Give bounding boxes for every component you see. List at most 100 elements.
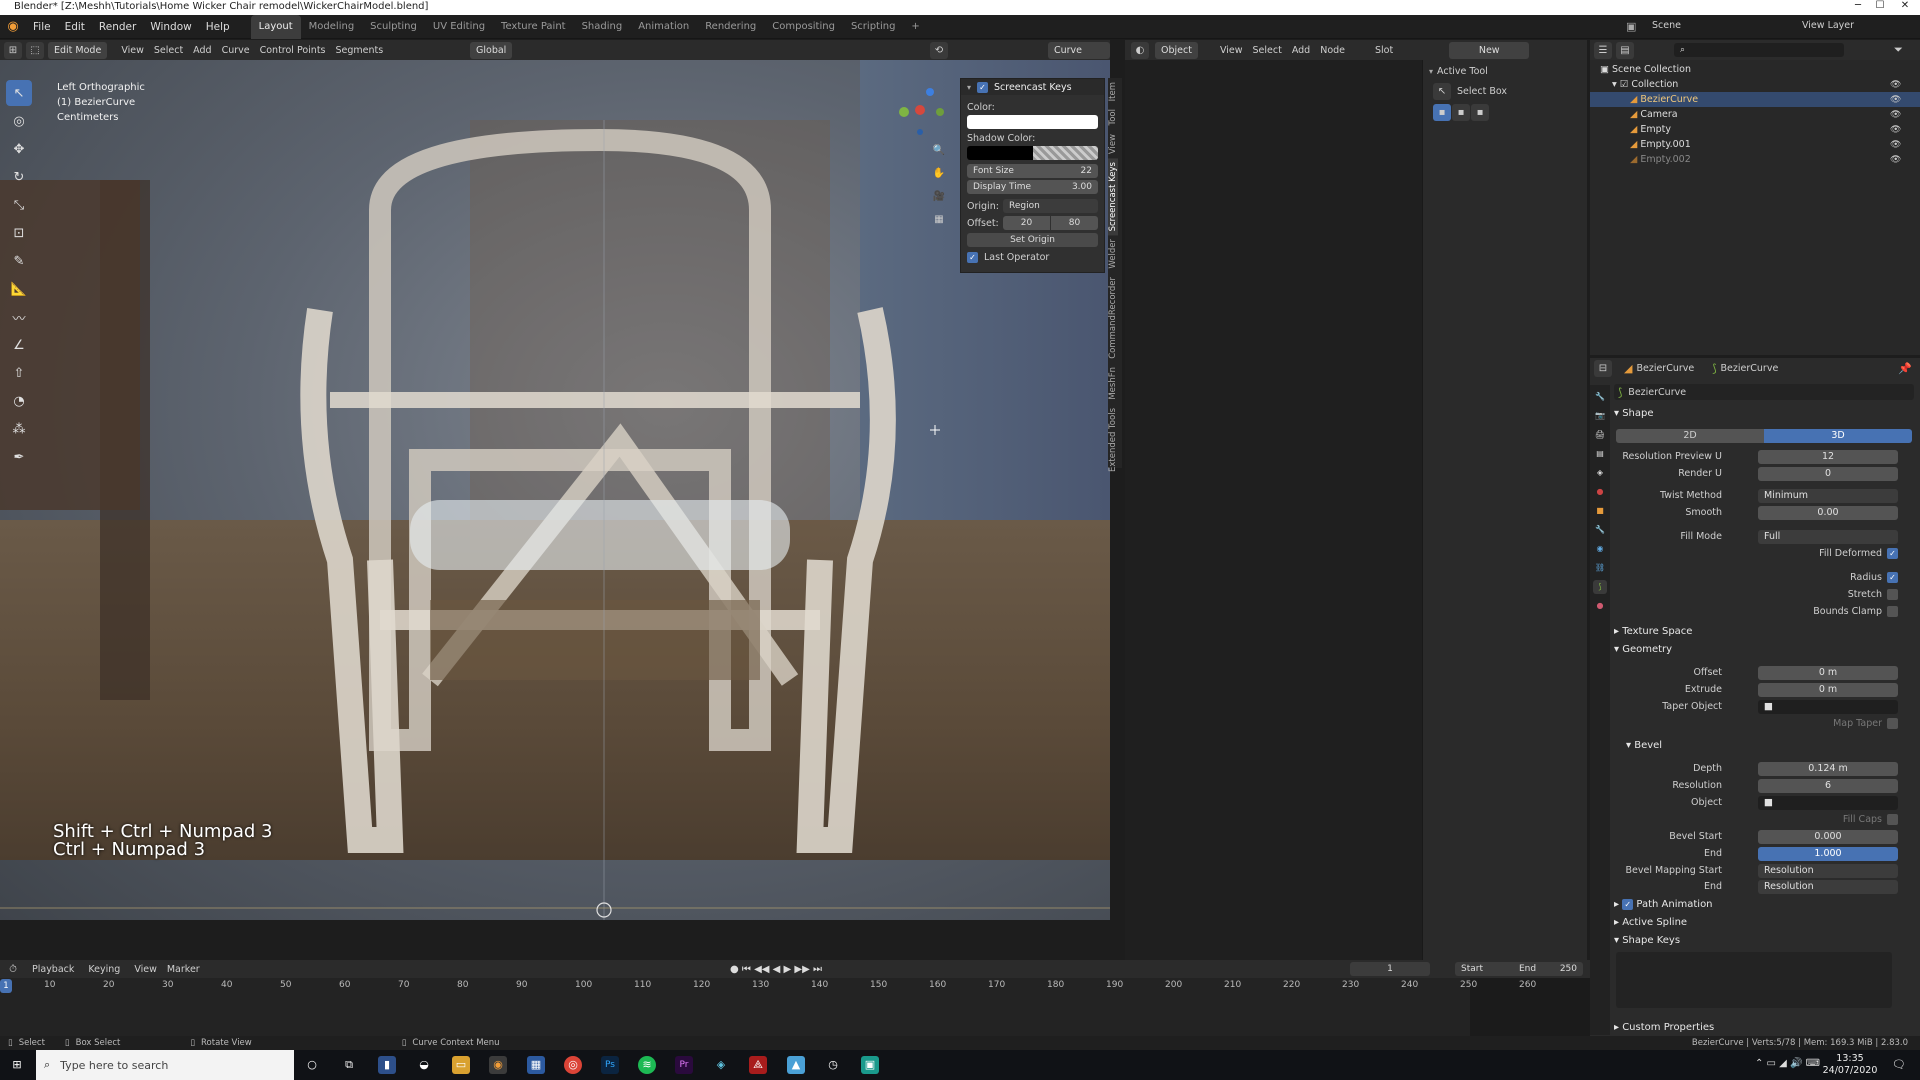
navigation-gizmo[interactable] [890,80,950,140]
select-box-tool-icon[interactable]: ↖ [1433,83,1451,100]
premiere-icon[interactable]: Pr [675,1056,693,1074]
node-editor-type-icon[interactable]: ◐ [1131,41,1149,59]
modifier-tab-icon[interactable]: 🔧 [1593,523,1607,537]
view-layer-tab-icon[interactable]: ▤ [1593,447,1607,461]
scene-tab-icon[interactable]: ◈ [1593,466,1607,480]
spotify-icon[interactable]: ≋ [638,1056,656,1074]
select-box-icon[interactable]: ↖ [6,80,32,106]
filter-icon[interactable]: ⏷ [1894,43,1903,57]
edit-mode-dropdown[interactable]: Edit Mode [48,41,108,59]
vp-menu-select[interactable]: Select [154,45,183,56]
node-editor[interactable] [1125,60,1422,960]
outliner-item-empty[interactable]: ◢ Empty [1590,122,1920,137]
tab-welder[interactable]: Welder [1108,235,1118,273]
object-tab-icon[interactable]: ■ [1593,504,1607,518]
tab-modeling[interactable]: Modeling [301,15,363,39]
ne-menu-select[interactable]: Select [1253,45,1282,56]
frame-ruler[interactable]: 1 10 20 30 40 50 60 70 80 90 100 110 120 130 140 150 16… [0,978,1590,1036]
ortho-grid-icon[interactable]: ▦ [930,211,948,228]
cortana-icon[interactable]: ○ [303,1056,321,1074]
playhead[interactable]: 1 [0,979,12,993]
scene-name[interactable]: Scene [1652,20,1681,31]
color-swatch[interactable] [967,115,1098,129]
curve-data-tab-icon[interactable]: ⟆ [1593,580,1607,594]
tab-rendering[interactable]: Rendering [697,15,764,39]
app-icon-1[interactable]: ▮ [378,1056,396,1074]
origin-dropdown[interactable]: Region [1003,199,1098,213]
texture-space-header[interactable]: ▸ Texture Space [1614,626,1692,637]
pan-hand-icon[interactable]: ✋ [930,165,948,182]
vp-menu-add[interactable]: Add [193,45,211,56]
twist-method-dropdown[interactable]: Minimum [1758,489,1898,503]
material-tab-icon[interactable]: ● [1593,599,1607,613]
move-icon[interactable]: ✥ [6,136,32,162]
notifications-icon[interactable]: 🗨 [1890,1056,1908,1074]
orientation-dropdown[interactable]: Global [470,42,513,59]
extrude-icon[interactable]: ⇧ [6,360,32,386]
tab-command-recorder[interactable]: CommandRecorder [1108,273,1118,363]
tilt-icon[interactable]: ∠ [6,332,32,358]
photos-icon[interactable]: ▲ [787,1056,805,1074]
app-icon-3[interactable]: ◈ [712,1056,730,1074]
tab-compositing[interactable]: Compositing [764,15,843,39]
eye-icon[interactable]: 👁 [1890,138,1918,153]
select-extend-icon[interactable]: ▪ [1452,104,1470,121]
randomize-icon[interactable]: ⁂ [6,416,32,442]
vp-menu-segments[interactable]: Segments [336,45,384,56]
eye-icon[interactable]: 👁 [1890,123,1918,138]
curve-pen-icon[interactable]: ✒ [6,444,32,470]
3d-button[interactable]: 3D [1764,429,1912,443]
select-new-icon[interactable]: ▪ [1433,104,1451,121]
app-icon-2[interactable]: ◒ [415,1056,433,1074]
ne-menu-view[interactable]: View [1220,45,1243,56]
clock-icon[interactable]: ⏱ [4,961,22,978]
end-frame-field[interactable]: End 250 [1513,962,1583,976]
rotate-icon[interactable]: ↻ [6,164,32,190]
windows-start-icon[interactable]: ⊞ [8,1056,26,1074]
stretch-checkbox[interactable] [1887,589,1898,600]
draw-curve-icon[interactable]: 〰 [6,304,32,330]
new-material-button[interactable]: New [1449,41,1530,59]
bevel-end-field[interactable]: 1.000 [1758,847,1898,861]
constraint-tab-icon[interactable]: ⛓ [1593,561,1607,575]
tab-screencast-keys[interactable]: Screencast Keys [1108,158,1118,236]
pin-icon[interactable]: 📌 [1898,362,1912,375]
transform-icon[interactable]: ⊡ [6,220,32,246]
menu-render[interactable]: Render [92,15,143,39]
tab-sculpting[interactable]: Sculpting [362,15,425,39]
eye-icon[interactable]: 👁 [1890,93,1918,108]
display-time-field[interactable]: Display Time 3.00 [967,180,1098,194]
zoom-icon[interactable]: 🔍 [930,142,948,159]
shadow-color-swatch[interactable] [967,146,1033,160]
tool-tab-icon[interactable]: 🔧 [1593,390,1607,404]
photoshop-icon[interactable]: Ps [601,1056,619,1074]
menu-file[interactable]: File [26,15,58,39]
active-tool-collapse-icon[interactable]: ▾ [1429,67,1433,76]
fill-mode-dropdown[interactable]: Full [1758,530,1898,544]
eye-icon[interactable]: 👁 [1890,108,1918,123]
tl-menu-keying[interactable]: Keying [88,964,120,975]
app-icon-4[interactable]: ◷ [824,1056,842,1074]
outliner-item-empty-002[interactable]: ◢ Empty.002 [1590,152,1920,167]
shadow-alpha-swatch[interactable] [1032,146,1098,160]
radius-checkbox[interactable]: ✓ [1887,572,1898,583]
curve-stroke-dropdown[interactable]: Curve Stroke [1048,42,1110,73]
system-tray-icons[interactable]: ⌃ ▭ ◢ 🔊 ⌨ [1755,1058,1820,1069]
output-tab-icon[interactable]: 🖨 [1593,428,1607,442]
path-animation-header[interactable]: ▸ ✓ Path Animation [1614,899,1713,910]
depth-field[interactable]: 0.124 m [1758,762,1898,776]
tab-view[interactable]: View [1108,130,1118,158]
bounds-clamp-checkbox[interactable] [1887,606,1898,617]
gizmo-toggle-icon[interactable]: ⟲ [930,42,948,59]
3d-viewport[interactable]: 🔍 ✋ 🎥 ▦ Left Orthographic (1) BezierCurv… [0,60,1110,920]
annotate-icon[interactable]: ✎ [6,248,32,274]
tab-meshfn[interactable]: MeshFn [1108,363,1118,404]
tab-scripting[interactable]: Scripting [843,15,903,39]
2d-button[interactable]: 2D [1616,429,1764,443]
tab-animation[interactable]: Animation [630,15,697,39]
shape-keys-header[interactable]: ▾ Shape Keys [1614,935,1680,946]
chrome-icon[interactable]: ◎ [564,1056,582,1074]
display-mode-icon[interactable]: ▤ [1616,41,1634,59]
tab-tool[interactable]: Tool [1108,105,1118,130]
tab-uv-editing[interactable]: UV Editing [425,15,493,39]
